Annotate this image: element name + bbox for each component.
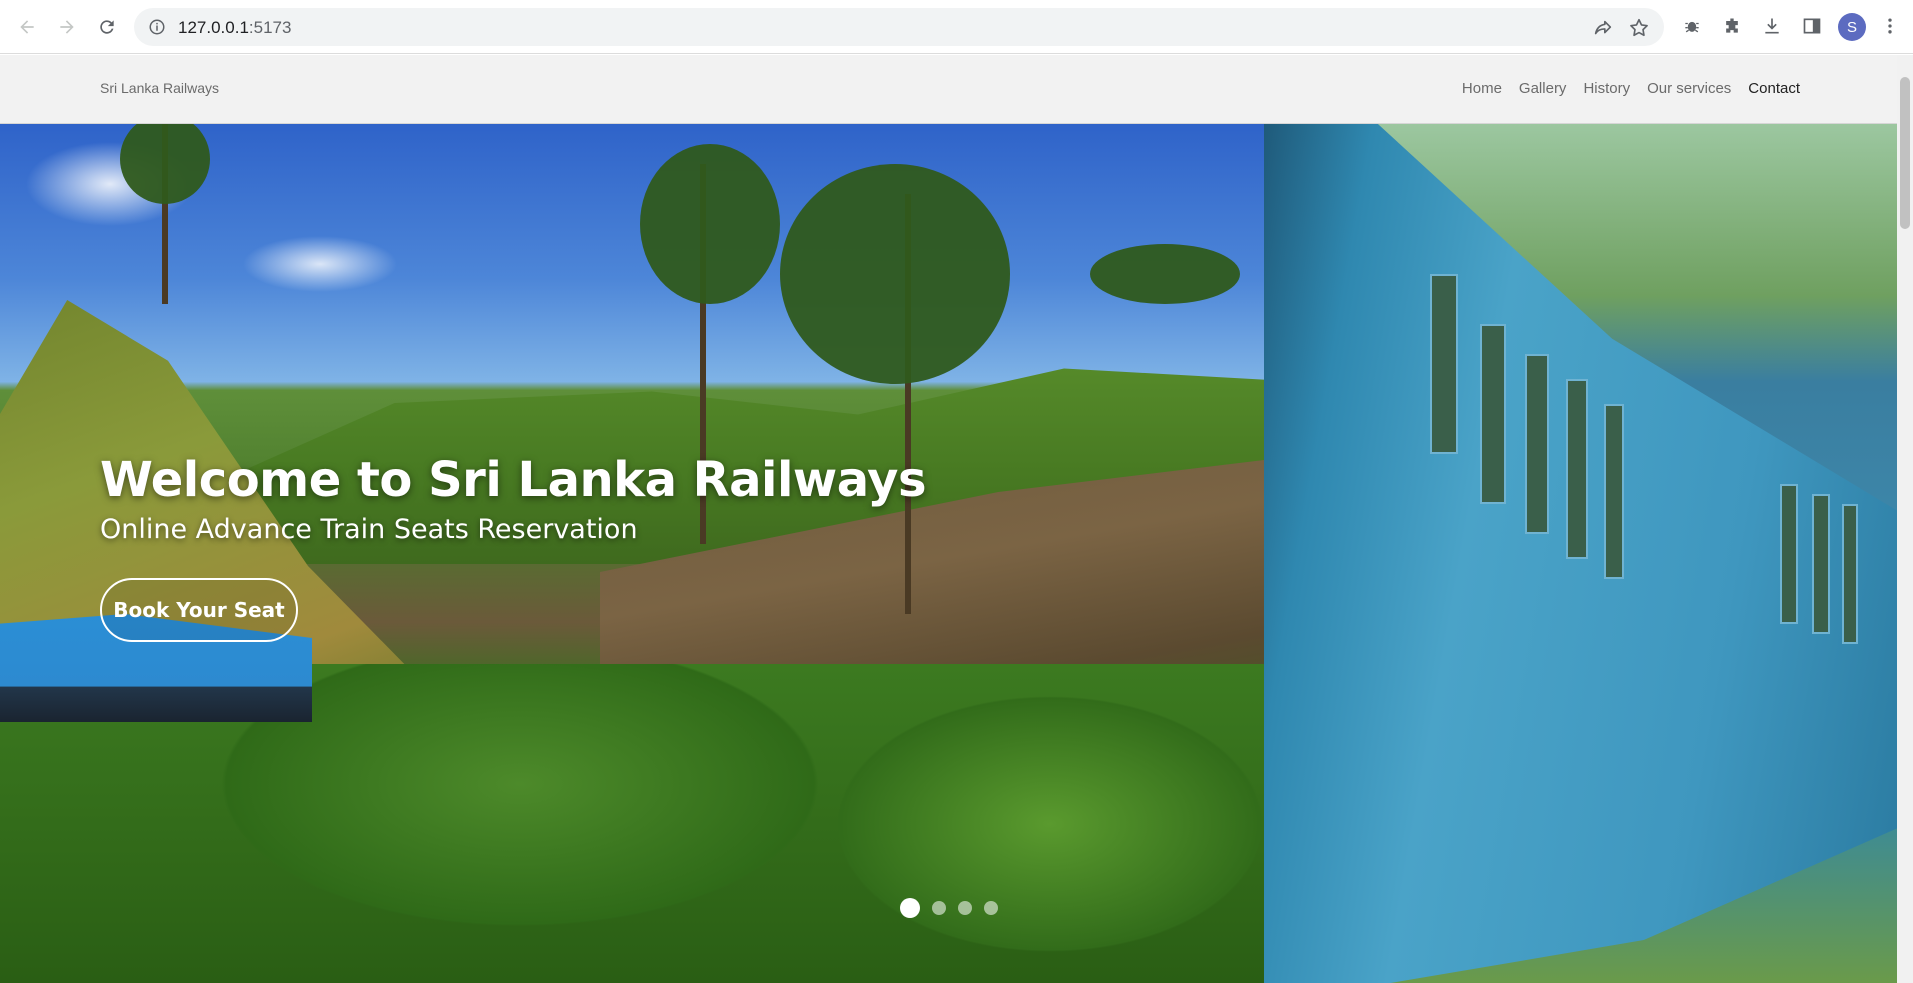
- url-text: 127.0.0.1:5173: [178, 18, 292, 37]
- carousel-dot-2[interactable]: [932, 901, 946, 915]
- train-window: [1566, 379, 1588, 559]
- browser-toolbar: 127.0.0.1:5173 S: [0, 0, 1913, 54]
- site-brand[interactable]: Sri Lanka Railways: [100, 80, 219, 96]
- info-icon[interactable]: [148, 18, 166, 36]
- train-window: [1812, 494, 1830, 634]
- nav-link-history[interactable]: History: [1583, 80, 1630, 97]
- nav-link-home[interactable]: Home: [1462, 80, 1502, 97]
- hero-text: Welcome to Sri Lanka Railways Online Adv…: [100, 452, 927, 545]
- kebab-menu-icon[interactable]: [1878, 14, 1902, 38]
- book-seat-button[interactable]: Book Your Seat: [100, 578, 298, 642]
- train-window: [1430, 274, 1458, 454]
- train-window: [1842, 504, 1858, 644]
- bug-icon[interactable]: [1680, 14, 1704, 38]
- carousel-indicators: [900, 898, 998, 918]
- hero-tree-canopy: [640, 144, 780, 304]
- hero-tree-canopy: [780, 164, 1010, 384]
- scrollbar-thumb[interactable]: [1900, 77, 1910, 229]
- nav-link-our-services[interactable]: Our services: [1647, 80, 1731, 97]
- profile-avatar[interactable]: S: [1838, 13, 1866, 41]
- nav-link-contact[interactable]: Contact: [1748, 80, 1800, 97]
- nav-links: Home Gallery History Our services Contac…: [1462, 80, 1800, 97]
- back-icon[interactable]: [12, 12, 42, 42]
- hero-tree-canopy: [1090, 244, 1240, 304]
- hero-title: Welcome to Sri Lanka Railways: [100, 452, 927, 508]
- forward-icon[interactable]: [52, 12, 82, 42]
- hero-subtitle: Online Advance Train Seats Reservation: [100, 514, 638, 545]
- train-window: [1525, 354, 1549, 534]
- nav-link-gallery[interactable]: Gallery: [1519, 80, 1567, 97]
- page-scrollbar[interactable]: [1897, 55, 1913, 983]
- extensions-icon[interactable]: [1720, 14, 1744, 38]
- train-window: [1604, 404, 1624, 579]
- carousel-dot-4[interactable]: [984, 901, 998, 915]
- sidepanel-icon[interactable]: [1800, 14, 1824, 38]
- download-icon[interactable]: [1760, 14, 1784, 38]
- train-window: [1780, 484, 1798, 624]
- hero-carousel: Welcome to Sri Lanka Railways Online Adv…: [0, 124, 1897, 983]
- reload-icon[interactable]: [92, 12, 122, 42]
- star-icon[interactable]: [1628, 17, 1650, 39]
- address-bar[interactable]: 127.0.0.1:5173: [134, 8, 1664, 46]
- site-navbar: Sri Lanka Railways Home Gallery History …: [0, 55, 1897, 124]
- carousel-dot-1[interactable]: [900, 898, 920, 918]
- train-window: [1480, 324, 1506, 504]
- share-icon[interactable]: [1592, 17, 1614, 39]
- carousel-dot-3[interactable]: [958, 901, 972, 915]
